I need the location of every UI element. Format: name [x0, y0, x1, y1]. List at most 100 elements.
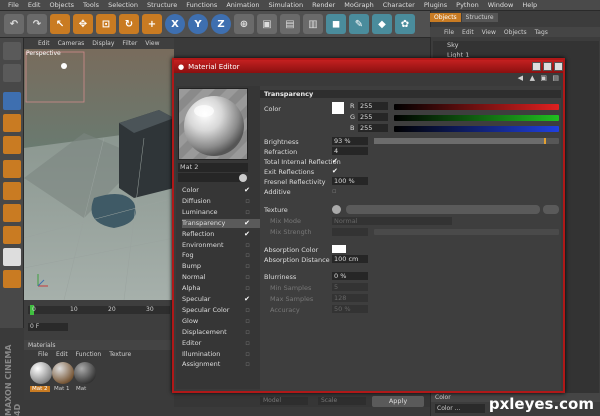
object-menu-edit[interactable]: Edit — [462, 29, 474, 36]
menu-python[interactable]: Python — [456, 1, 479, 9]
redo-icon[interactable]: ↷ — [27, 14, 47, 34]
channel-checkbox[interactable]: ▫ — [245, 284, 250, 293]
channel-checkbox[interactable]: ✔ — [244, 186, 250, 195]
channel-item[interactable]: Bump ▫ — [182, 262, 260, 271]
channel-item[interactable]: Illumination ▫ — [182, 350, 260, 359]
tir-checkbox[interactable]: ✔ — [332, 157, 338, 165]
channel-checkbox[interactable]: ▫ — [245, 197, 250, 206]
texture-mode-icon[interactable] — [3, 64, 21, 82]
object-menu-file[interactable]: File — [444, 29, 454, 36]
menu-functions[interactable]: Functions — [186, 1, 217, 9]
material-menu-file[interactable]: File — [38, 351, 48, 358]
material-menu-function[interactable]: Function — [76, 351, 102, 358]
render-picture-icon[interactable]: ▤ — [280, 14, 300, 34]
mix-strength-field[interactable] — [332, 228, 368, 236]
material-thumbnail[interactable] — [30, 362, 52, 384]
menu-character[interactable]: Character — [383, 1, 415, 9]
menu-file[interactable]: File — [8, 1, 19, 9]
channel-item[interactable]: Diffusion ▫ — [182, 197, 260, 206]
material-subfield[interactable] — [178, 173, 242, 182]
attributes-color-field[interactable]: Color ... — [435, 404, 485, 413]
timeline[interactable]: 0 10 20 30 0 F — [24, 300, 174, 340]
absorption-distance-field[interactable]: 100 cm — [332, 255, 368, 263]
viewport-menu-filter[interactable]: Filter — [122, 40, 137, 47]
channel-checkbox[interactable]: ✔ — [244, 230, 250, 239]
transparency-color-swatch[interactable] — [332, 102, 344, 114]
material-preview[interactable] — [178, 88, 248, 160]
texture-arrow-icon[interactable] — [332, 205, 341, 214]
blurriness-field[interactable]: 0 % — [332, 272, 368, 280]
tab-structure[interactable]: Structure — [461, 13, 498, 22]
menu-render[interactable]: Render — [312, 1, 335, 9]
material-label[interactable]: Mat 2 — [30, 386, 50, 392]
scale-icon[interactable]: ⊡ — [96, 14, 116, 34]
render-view-icon[interactable]: ▣ — [257, 14, 277, 34]
channel-checkbox[interactable]: ▫ — [245, 350, 250, 359]
b-slider[interactable] — [394, 126, 559, 132]
r-slider[interactable] — [394, 104, 559, 110]
rotate-icon[interactable]: ↻ — [119, 14, 139, 34]
tab-objects[interactable]: Objects — [430, 13, 461, 22]
menu-plugins[interactable]: Plugins — [424, 1, 447, 9]
menu-help[interactable]: Help — [522, 1, 537, 9]
lock-icon[interactable]: ▣ — [540, 74, 547, 82]
texture-button[interactable] — [346, 205, 540, 214]
menu-tools[interactable]: Tools — [83, 1, 99, 9]
viewport-menu-display[interactable]: Display — [92, 40, 114, 47]
snap-icon[interactable] — [3, 270, 21, 288]
object-menu-tags[interactable]: Tags — [535, 29, 548, 36]
brightness-field[interactable]: 93 % — [332, 137, 368, 145]
channel-item[interactable]: Assignment ▫ — [182, 360, 260, 369]
point-mode-icon[interactable] — [3, 160, 21, 178]
menu-edit[interactable]: Edit — [28, 1, 41, 9]
channel-checkbox[interactable]: ▫ — [245, 339, 250, 348]
channel-checkbox[interactable]: ▫ — [245, 317, 250, 326]
dialog-title-bar[interactable]: ● Material Editor — [174, 60, 563, 73]
channel-item[interactable]: Environment ▫ — [182, 241, 260, 250]
r-field[interactable]: 255 — [358, 102, 388, 110]
viewport[interactable] — [24, 38, 174, 300]
channel-checkbox[interactable]: ▫ — [245, 251, 250, 260]
viewport-menu-edit[interactable]: Edit — [38, 40, 50, 47]
material-label[interactable]: Mat — [74, 386, 88, 392]
channel-item[interactable]: Fog ▫ — [182, 251, 260, 260]
menu-selection[interactable]: Selection — [108, 1, 138, 9]
model-mode-icon[interactable] — [3, 92, 21, 110]
minimize-icon[interactable] — [532, 62, 541, 71]
material-thumbnail[interactable] — [74, 362, 96, 384]
b-field[interactable]: 255 — [358, 124, 388, 132]
cube-icon[interactable]: ◼ — [326, 14, 346, 34]
menu-simulation[interactable]: Simulation — [268, 1, 303, 9]
plus-icon[interactable]: + — [142, 14, 162, 34]
coord-icon[interactable]: ⊕ — [234, 14, 254, 34]
channel-item[interactable]: Reflection ✔ — [182, 230, 260, 239]
mix-strength-slider[interactable] — [374, 229, 559, 235]
material-name-field[interactable]: Mat 2 — [178, 163, 248, 172]
object-mode-icon[interactable] — [3, 114, 21, 132]
additive-checkbox[interactable]: ▫ — [332, 187, 337, 195]
subdivide-icon[interactable]: ◆ — [372, 14, 392, 34]
g-slider[interactable] — [394, 115, 559, 121]
menu-window[interactable]: Window — [488, 1, 514, 9]
material-thumbnail[interactable] — [52, 362, 74, 384]
menu-structure[interactable]: Structure — [147, 1, 177, 9]
channel-item[interactable]: Transparency ✔ — [182, 218, 260, 228]
channel-checkbox[interactable]: ▫ — [245, 360, 250, 369]
channel-checkbox[interactable]: ▫ — [245, 273, 250, 282]
object-menu-objects[interactable]: Objects — [504, 29, 527, 36]
polygon-mode-icon[interactable] — [3, 204, 21, 222]
channel-item[interactable]: Color ✔ — [182, 186, 260, 195]
y-axis-icon[interactable]: Y — [188, 14, 208, 34]
channel-item[interactable]: Displacement ▫ — [182, 328, 260, 337]
move-icon[interactable]: ✥ — [73, 14, 93, 34]
close-icon[interactable] — [554, 62, 563, 71]
max-samples-field[interactable]: 128 — [332, 294, 368, 302]
channel-item[interactable]: Normal ▫ — [182, 273, 260, 282]
refraction-field[interactable]: 4 — [332, 147, 368, 155]
accuracy-field[interactable]: 50 % — [332, 305, 368, 313]
channel-item[interactable]: Editor ▫ — [182, 339, 260, 348]
channel-item[interactable]: Luminance ▫ — [182, 208, 260, 217]
channel-checkbox[interactable]: ▫ — [245, 306, 250, 315]
new-window-icon[interactable]: ▤ — [552, 74, 559, 82]
viewport-menu-view[interactable]: View — [145, 40, 159, 47]
